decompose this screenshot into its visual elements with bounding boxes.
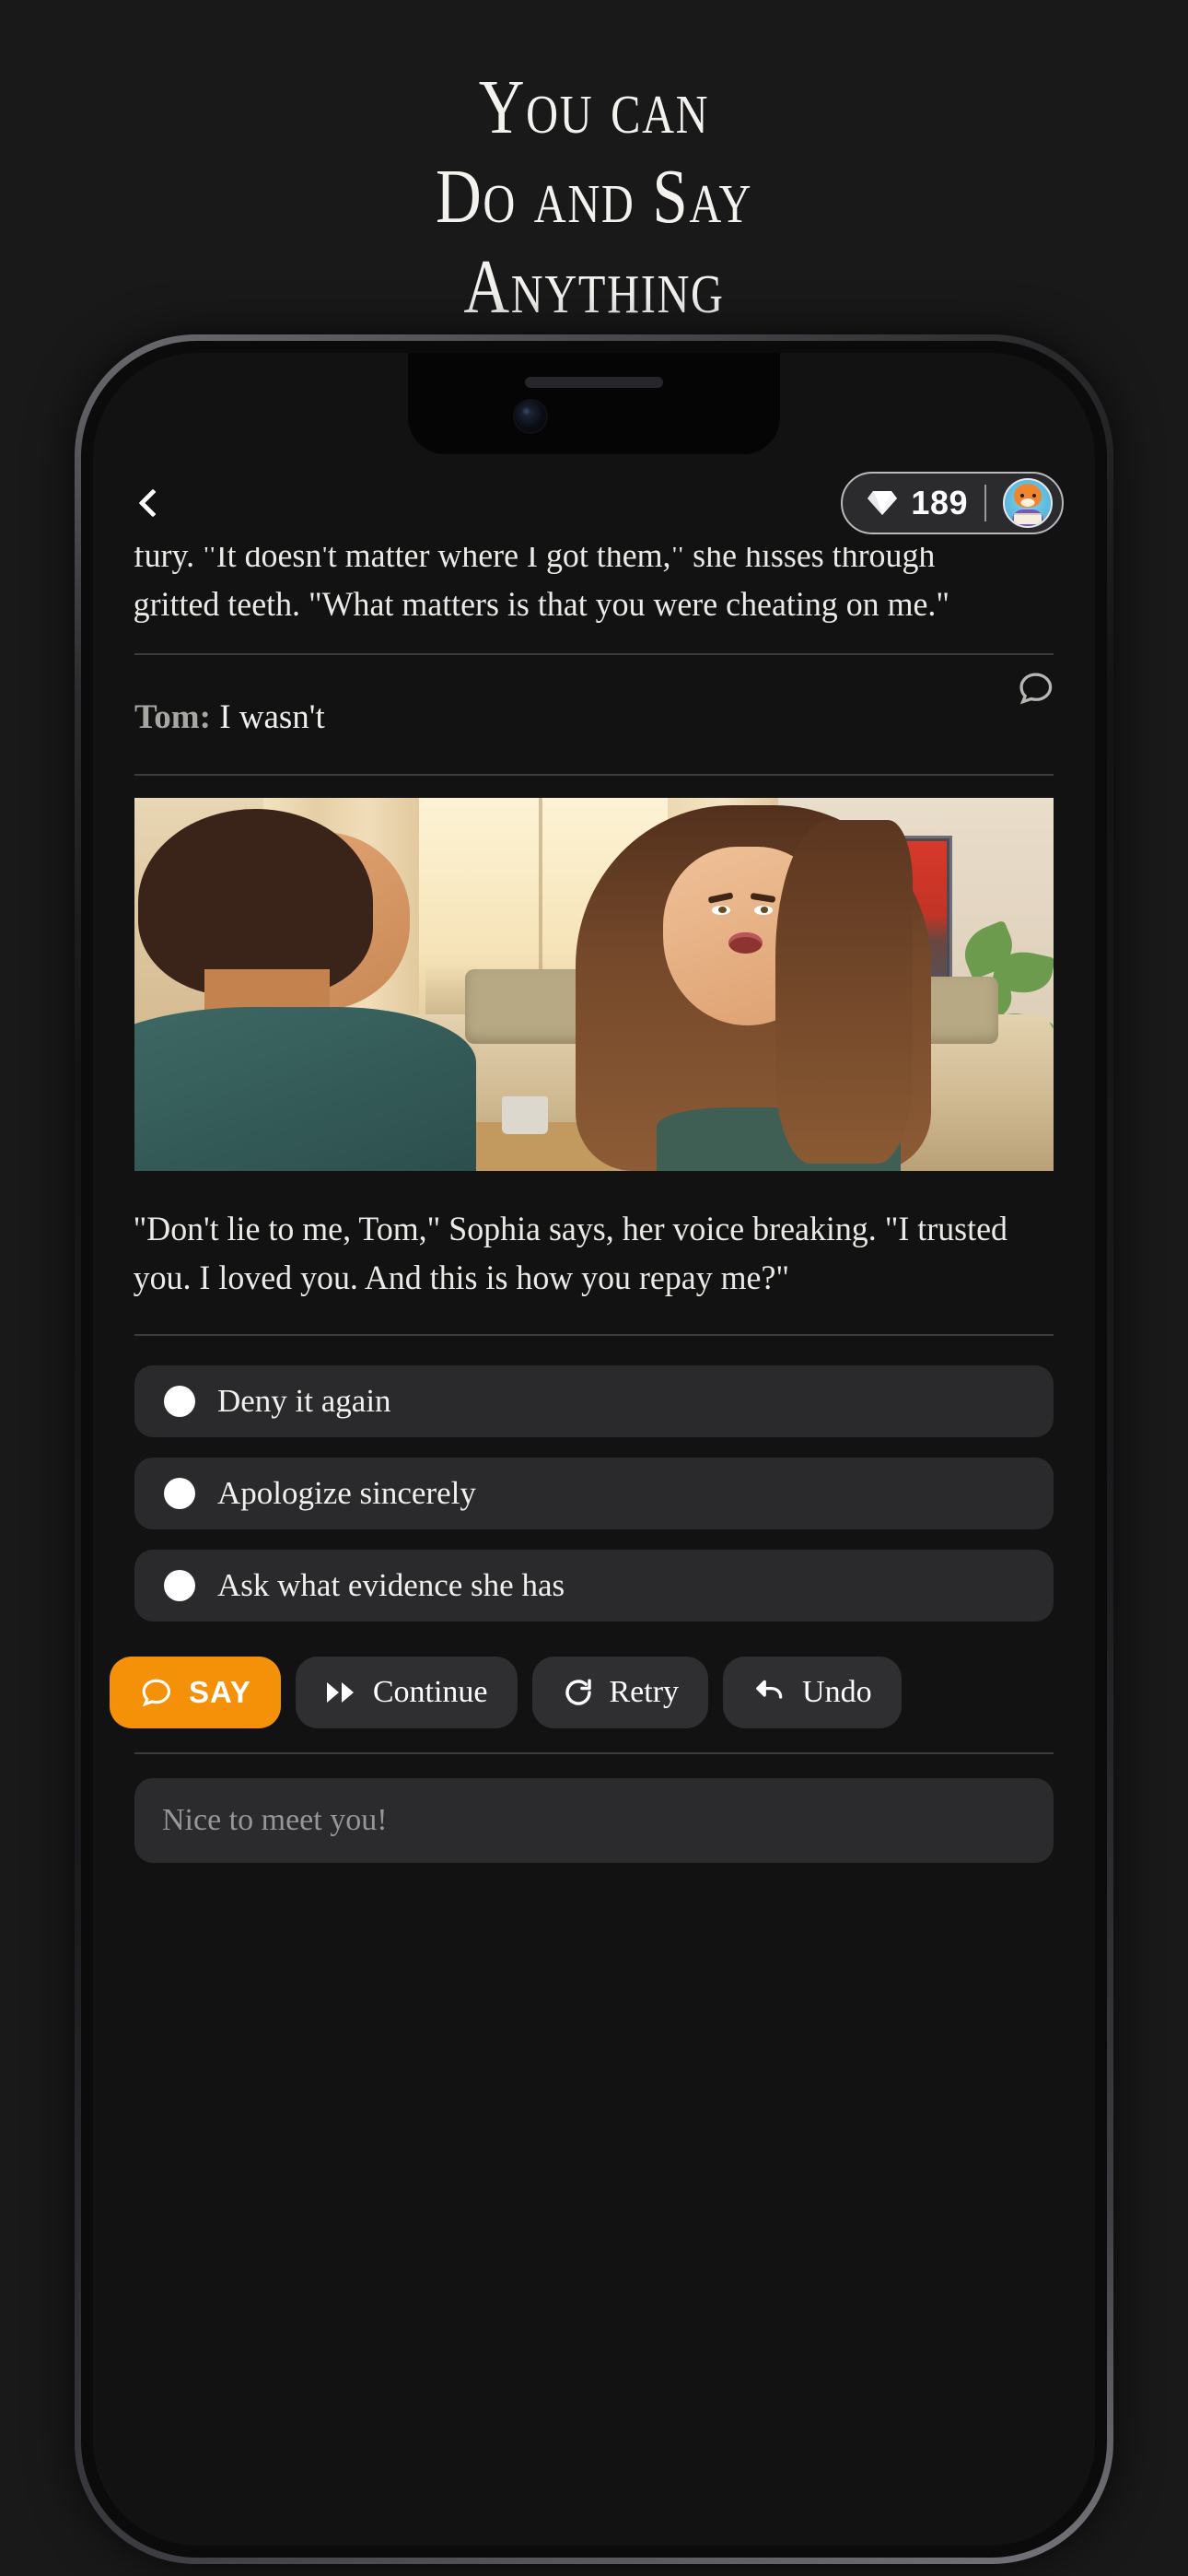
user-turn-line: Tom: I wasn't: [134, 697, 1054, 737]
message-input-wrap: Nice to meet you!: [93, 1754, 1095, 1864]
chevron-left-icon: [138, 488, 168, 518]
headline-line-3: Anything: [463, 243, 725, 330]
promo-headline: You can Do and Say Anything: [0, 63, 1188, 332]
message-input[interactable]: Nice to meet you!: [134, 1778, 1054, 1864]
coffee-mug: [502, 1096, 549, 1134]
undo-label: Undo: [802, 1675, 872, 1710]
say-label: SAY: [189, 1675, 251, 1710]
bullet-icon: [164, 1386, 195, 1418]
choice-option[interactable]: Deny it again: [134, 1365, 1054, 1438]
phone-screen: 189 fury. "It doesn't matter where I got…: [93, 353, 1095, 2546]
phone-frame: 189 fury. "It doesn't matter where I got…: [75, 334, 1113, 2564]
story-scroll-area[interactable]: fury. "It doesn't matter where I got the…: [93, 547, 1095, 2546]
fox-eye-right: [1031, 494, 1036, 498]
fox-eye-left: [1019, 494, 1024, 498]
sophia-brow-right: [750, 893, 776, 904]
undo-arrow-icon: [756, 1680, 783, 1699]
scene-image[interactable]: [134, 798, 1054, 1172]
retry-button[interactable]: Retry: [531, 1657, 709, 1729]
pill-divider: [984, 485, 986, 521]
continue-button[interactable]: Continue: [295, 1657, 518, 1729]
choice-label: Ask what evidence she has: [217, 1567, 565, 1604]
choice-label: Apologize sincerely: [217, 1475, 476, 1512]
reply-paragraph: "Don't lie to me, Tom," Sophia says, her…: [133, 1211, 1007, 1297]
previous-paragraph: fury. "It doesn't matter where I got the…: [133, 547, 950, 624]
gem-count: 189: [911, 484, 968, 521]
sophia-eye-right: [753, 905, 773, 915]
message-placeholder: Nice to meet you!: [162, 1803, 388, 1838]
sophia-eye-left: [711, 905, 730, 915]
app-header: 189: [93, 459, 1095, 547]
user-turn-block: Tom: I wasn't: [93, 655, 1095, 774]
user-turn-text: I wasn't: [219, 698, 325, 737]
say-button[interactable]: SAY: [110, 1657, 281, 1729]
tom-shirt: [134, 1006, 477, 1172]
bullet-icon: [164, 1570, 195, 1602]
continue-label: Continue: [372, 1675, 488, 1710]
back-button[interactable]: [124, 474, 181, 532]
undo-button[interactable]: Undo: [723, 1657, 902, 1729]
choice-label: Deny it again: [217, 1383, 391, 1420]
fox-snout: [1020, 498, 1035, 507]
fox-book: [1014, 513, 1042, 524]
character-sophia: [575, 798, 932, 1172]
gem-balance-pill[interactable]: 189: [841, 472, 1064, 534]
phone-bezel: 189 fury. "It doesn't matter where I got…: [81, 341, 1107, 2558]
fox-avatar[interactable]: [1003, 478, 1053, 528]
tom-hair: [137, 809, 374, 996]
front-camera-icon: [515, 401, 546, 432]
scene-image-wrap: [93, 776, 1095, 1172]
headline-line-2: Do and Say: [435, 154, 753, 240]
speaker-name: Tom:: [134, 698, 211, 737]
choice-option[interactable]: Apologize sincerely: [134, 1458, 1054, 1530]
choice-list: Deny it again Apologize sincerely Ask wh…: [93, 1336, 1095, 1622]
fast-forward-icon: [326, 1682, 354, 1704]
bullet-icon: [164, 1478, 195, 1510]
promo-screenshot: You can Do and Say Anything 189 fury. "I…: [0, 0, 1188, 2576]
phone-notch: [408, 353, 780, 454]
character-tom: [134, 798, 483, 1172]
sophia-mouth: [728, 932, 763, 954]
gem-icon: [868, 491, 898, 515]
speech-bubble-icon[interactable]: [1016, 668, 1056, 708]
speech-bubble-icon: [142, 1679, 171, 1707]
sophia-brow-left: [707, 892, 734, 904]
retry-label: Retry: [609, 1675, 680, 1710]
refresh-icon: [565, 1679, 591, 1705]
sophia-hair-front: [775, 820, 914, 1164]
action-toolbar: SAY Continue Retry Undo: [93, 1642, 1095, 1729]
choice-option[interactable]: Ask what evidence she has: [134, 1550, 1054, 1622]
earpiece-speaker: [525, 377, 663, 388]
headline-line-1: You can: [478, 64, 710, 150]
